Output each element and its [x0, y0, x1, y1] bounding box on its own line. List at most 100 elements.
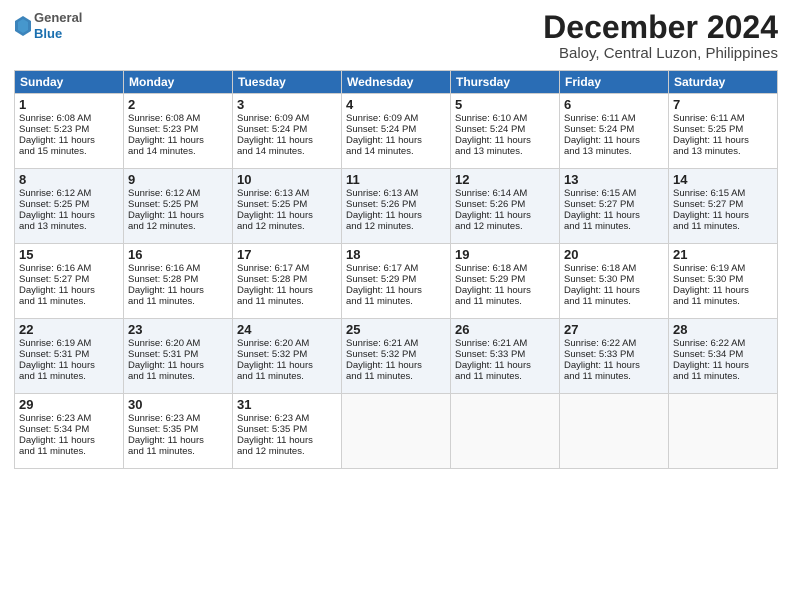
day-number: 10: [237, 172, 337, 187]
calendar-cell: 10Sunrise: 6:13 AMSunset: 5:25 PMDayligh…: [233, 169, 342, 244]
weekday-header-wednesday: Wednesday: [342, 71, 451, 94]
calendar-cell: 5Sunrise: 6:10 AMSunset: 5:24 PMDaylight…: [451, 94, 560, 169]
day-info: Daylight: 11 hours: [455, 360, 555, 371]
day-info: Daylight: 11 hours: [19, 435, 119, 446]
day-info: Daylight: 11 hours: [564, 285, 664, 296]
calendar-cell: 1Sunrise: 6:08 AMSunset: 5:23 PMDaylight…: [15, 94, 124, 169]
day-info: Sunrise: 6:17 AM: [237, 263, 337, 274]
day-info: Daylight: 11 hours: [237, 210, 337, 221]
calendar-row-0: 1Sunrise: 6:08 AMSunset: 5:23 PMDaylight…: [15, 94, 778, 169]
day-number: 17: [237, 247, 337, 262]
calendar-cell: [560, 394, 669, 469]
day-info: Sunrise: 6:15 AM: [564, 188, 664, 199]
day-number: 1: [19, 97, 119, 112]
day-info: Sunrise: 6:15 AM: [673, 188, 773, 199]
day-info: and 14 minutes.: [237, 146, 337, 157]
day-info: Daylight: 11 hours: [237, 135, 337, 146]
day-info: and 13 minutes.: [673, 146, 773, 157]
day-number: 20: [564, 247, 664, 262]
day-info: Sunset: 5:28 PM: [237, 274, 337, 285]
day-info: Sunset: 5:27 PM: [673, 199, 773, 210]
day-info: Sunset: 5:31 PM: [128, 349, 228, 360]
day-info: Sunset: 5:25 PM: [673, 124, 773, 135]
day-info: and 11 minutes.: [128, 446, 228, 457]
calendar-cell: 27Sunrise: 6:22 AMSunset: 5:33 PMDayligh…: [560, 319, 669, 394]
day-info: and 11 minutes.: [128, 296, 228, 307]
calendar-cell: 3Sunrise: 6:09 AMSunset: 5:24 PMDaylight…: [233, 94, 342, 169]
day-number: 13: [564, 172, 664, 187]
day-info: Daylight: 11 hours: [237, 435, 337, 446]
day-info: Sunrise: 6:20 AM: [237, 338, 337, 349]
day-info: Sunrise: 6:13 AM: [237, 188, 337, 199]
day-info: Sunset: 5:27 PM: [19, 274, 119, 285]
calendar-cell: 23Sunrise: 6:20 AMSunset: 5:31 PMDayligh…: [124, 319, 233, 394]
calendar-row-4: 29Sunrise: 6:23 AMSunset: 5:34 PMDayligh…: [15, 394, 778, 469]
day-info: Sunrise: 6:18 AM: [564, 263, 664, 274]
calendar-cell: 8Sunrise: 6:12 AMSunset: 5:25 PMDaylight…: [15, 169, 124, 244]
day-info: Sunrise: 6:11 AM: [564, 113, 664, 124]
day-info: and 11 minutes.: [673, 371, 773, 382]
day-info: and 11 minutes.: [673, 221, 773, 232]
day-info: and 11 minutes.: [19, 296, 119, 307]
weekday-header-row: SundayMondayTuesdayWednesdayThursdayFrid…: [15, 71, 778, 94]
day-info: Daylight: 11 hours: [455, 285, 555, 296]
day-info: Sunrise: 6:23 AM: [128, 413, 228, 424]
day-info: Sunset: 5:25 PM: [19, 199, 119, 210]
day-info: and 11 minutes.: [455, 296, 555, 307]
day-info: Sunset: 5:33 PM: [455, 349, 555, 360]
day-number: 9: [128, 172, 228, 187]
day-info: Daylight: 11 hours: [346, 285, 446, 296]
day-info: Sunset: 5:33 PM: [564, 349, 664, 360]
logo: General Blue: [14, 10, 82, 41]
day-number: 14: [673, 172, 773, 187]
day-info: and 11 minutes.: [237, 371, 337, 382]
day-info: Sunrise: 6:22 AM: [673, 338, 773, 349]
day-info: Daylight: 11 hours: [237, 285, 337, 296]
calendar-cell: 17Sunrise: 6:17 AMSunset: 5:28 PMDayligh…: [233, 244, 342, 319]
day-info: Sunset: 5:28 PM: [128, 274, 228, 285]
day-info: Daylight: 11 hours: [673, 210, 773, 221]
day-info: and 12 minutes.: [237, 221, 337, 232]
day-number: 16: [128, 247, 228, 262]
header: General Blue December 2024 Baloy, Centra…: [14, 10, 778, 62]
weekday-header-monday: Monday: [124, 71, 233, 94]
day-info: Sunrise: 6:19 AM: [673, 263, 773, 274]
calendar-cell: 18Sunrise: 6:17 AMSunset: 5:29 PMDayligh…: [342, 244, 451, 319]
day-info: Daylight: 11 hours: [19, 285, 119, 296]
calendar-cell: 25Sunrise: 6:21 AMSunset: 5:32 PMDayligh…: [342, 319, 451, 394]
day-info: Sunrise: 6:22 AM: [564, 338, 664, 349]
calendar-cell: 21Sunrise: 6:19 AMSunset: 5:30 PMDayligh…: [669, 244, 778, 319]
day-info: Daylight: 11 hours: [128, 360, 228, 371]
logo-icon: [14, 15, 32, 37]
calendar-cell: [669, 394, 778, 469]
day-info: and 11 minutes.: [673, 296, 773, 307]
day-info: Sunrise: 6:14 AM: [455, 188, 555, 199]
calendar-row-1: 8Sunrise: 6:12 AMSunset: 5:25 PMDaylight…: [15, 169, 778, 244]
day-number: 31: [237, 397, 337, 412]
day-info: and 11 minutes.: [564, 221, 664, 232]
day-info: Sunset: 5:30 PM: [673, 274, 773, 285]
day-info: Daylight: 11 hours: [128, 285, 228, 296]
weekday-header-tuesday: Tuesday: [233, 71, 342, 94]
day-info: Daylight: 11 hours: [128, 435, 228, 446]
month-title: December 2024: [543, 10, 778, 45]
day-number: 30: [128, 397, 228, 412]
day-info: Sunrise: 6:18 AM: [455, 263, 555, 274]
day-info: Sunset: 5:35 PM: [237, 424, 337, 435]
calendar-cell: 26Sunrise: 6:21 AMSunset: 5:33 PMDayligh…: [451, 319, 560, 394]
day-info: and 15 minutes.: [19, 146, 119, 157]
day-number: 22: [19, 322, 119, 337]
day-number: 28: [673, 322, 773, 337]
day-info: Daylight: 11 hours: [564, 135, 664, 146]
day-info: and 11 minutes.: [564, 371, 664, 382]
calendar-cell: 11Sunrise: 6:13 AMSunset: 5:26 PMDayligh…: [342, 169, 451, 244]
day-info: Sunset: 5:24 PM: [346, 124, 446, 135]
day-number: 7: [673, 97, 773, 112]
day-info: Daylight: 11 hours: [673, 285, 773, 296]
day-info: Daylight: 11 hours: [19, 360, 119, 371]
day-info: Sunset: 5:32 PM: [346, 349, 446, 360]
day-info: Sunrise: 6:09 AM: [346, 113, 446, 124]
day-info: Sunset: 5:27 PM: [564, 199, 664, 210]
day-info: Sunset: 5:29 PM: [455, 274, 555, 285]
day-number: 3: [237, 97, 337, 112]
